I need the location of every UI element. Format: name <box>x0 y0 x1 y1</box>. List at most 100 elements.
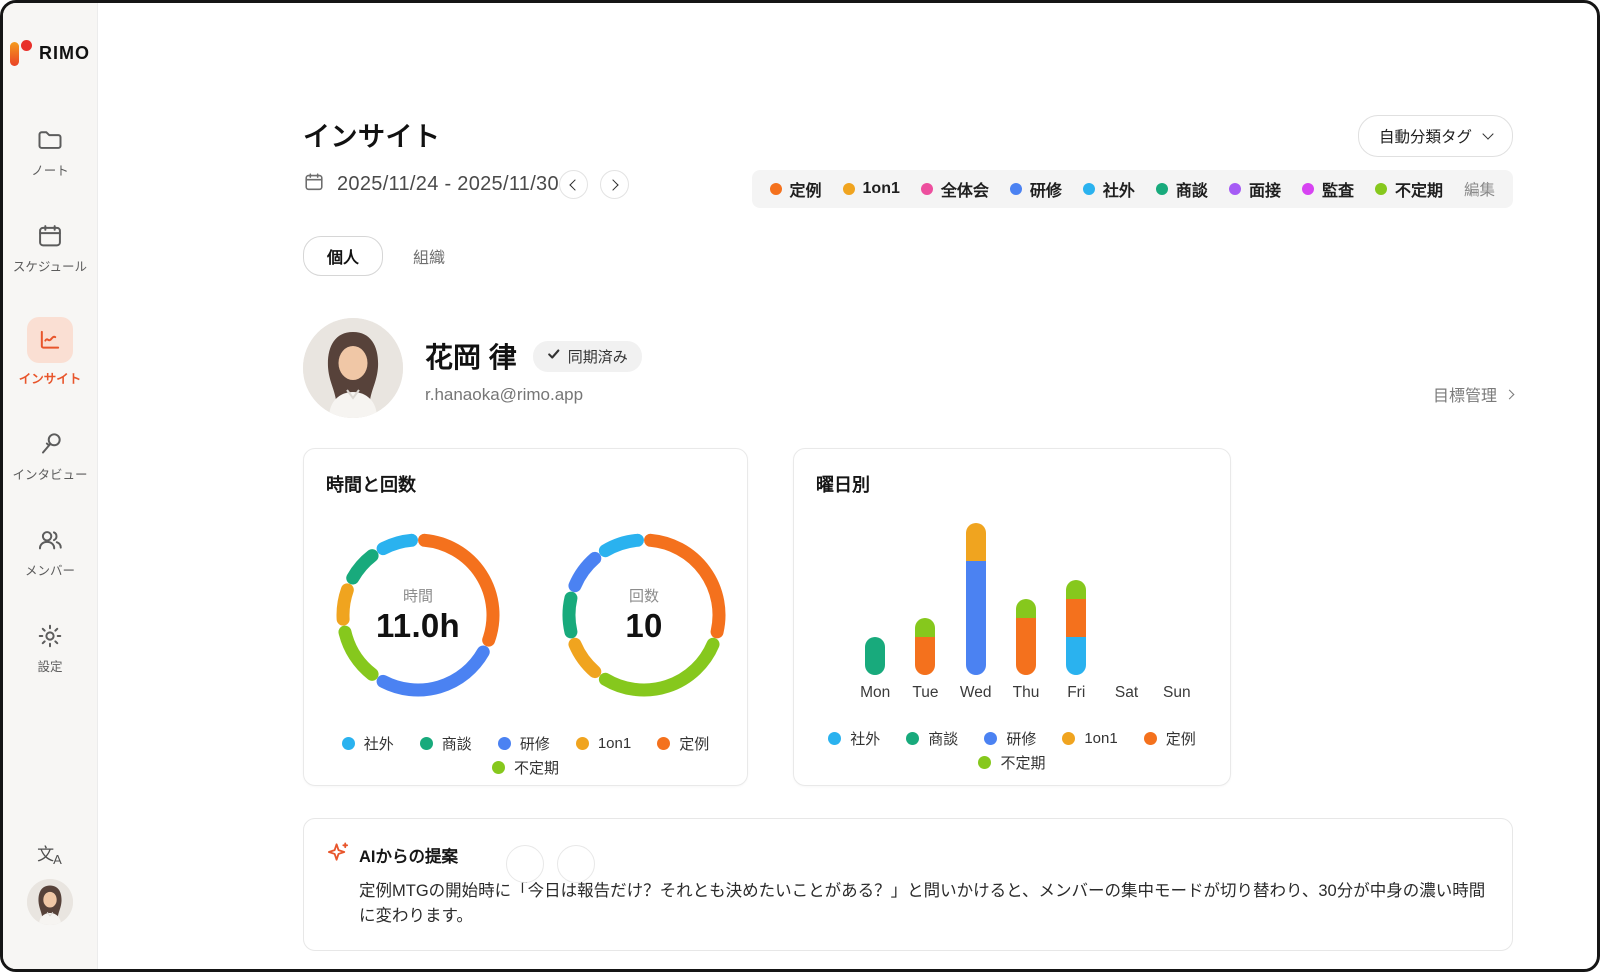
legend-color-dot <box>1062 732 1075 745</box>
weekday-legend: 社外商談研修1on1定例不定期 <box>816 728 1208 773</box>
header-left: インサイト 2025/11/24 - 2025/11/30 <box>303 115 629 199</box>
translate-icon[interactable]: 文A <box>37 846 63 863</box>
stacked-bar-Fri[interactable] <box>1066 580 1086 675</box>
pager-next-button[interactable] <box>557 845 595 883</box>
bar-segment-研修 <box>966 561 986 675</box>
bar-segment-定例 <box>1066 599 1086 637</box>
ai-suggestion-title: AIからの提案 <box>359 843 458 867</box>
sidebar-item-notes[interactable]: ノート <box>31 125 69 179</box>
rimo-logo-icon <box>10 39 32 67</box>
tag-color-dot <box>1375 183 1387 195</box>
profile-name: 花岡 律 <box>425 336 517 376</box>
legend-color-dot <box>906 732 919 745</box>
bar-segment-定例 <box>1016 618 1036 675</box>
bar-segment-不定期 <box>1016 599 1036 618</box>
pager-prev-button[interactable] <box>506 845 544 883</box>
sidebar-item-insight[interactable]: インサイト <box>19 317 82 387</box>
profile-section: 花岡 律 同期済み r.hanaoka@rimo.app 目標管理 <box>303 318 1513 418</box>
day-label-Wed: Wed <box>951 684 1001 702</box>
tag-chip-商談[interactable]: 商談 <box>1156 177 1208 201</box>
count-donut-chart: 回数 10 <box>562 533 726 697</box>
date-range-row: 2025/11/24 - 2025/11/30 <box>303 170 629 199</box>
legend-color-dot <box>657 737 670 750</box>
tag-label: 監査 <box>1322 177 1354 201</box>
legend-item-不定期: 不定期 <box>492 757 559 778</box>
legend-item-定例: 定例 <box>1144 728 1196 749</box>
tag-label: 研修 <box>1030 177 1062 201</box>
tag-legend-row: 定例 1on1 全体会 研修 社外商談 面接 監査 不定期編集 <box>752 170 1513 208</box>
sidebar-item-settings[interactable]: 設定 <box>35 621 65 675</box>
bar-segment-不定期 <box>915 618 935 637</box>
bar-segment-1on1 <box>966 523 986 561</box>
sidebar-item-label: インタビュー <box>12 464 87 483</box>
date-range-text[interactable]: 2025/11/24 - 2025/11/30 <box>337 173 559 196</box>
tag-label: 面接 <box>1249 177 1281 201</box>
legend-item-1on1: 1on1 <box>576 733 631 754</box>
tab-organization[interactable]: 組織 <box>413 244 445 268</box>
legend-item-1on1: 1on1 <box>1062 728 1117 749</box>
tag-chip-定例[interactable]: 定例 <box>770 177 822 201</box>
next-week-button[interactable] <box>600 170 629 199</box>
tag-label: 不定期 <box>1395 177 1443 201</box>
sidebar-item-label: スケジュール <box>13 256 87 275</box>
goal-management-link[interactable]: 目標管理 <box>1433 382 1513 406</box>
tag-chip-1on1[interactable]: 1on1 <box>843 180 900 198</box>
edit-tags-link[interactable]: 編集 <box>1464 178 1495 200</box>
tag-label: 1on1 <box>863 180 900 198</box>
tag-chip-面接[interactable]: 面接 <box>1229 177 1281 201</box>
tab-personal[interactable]: 個人 <box>303 236 383 276</box>
stacked-bar-Thu[interactable] <box>1016 599 1036 675</box>
sidebar-item-schedule[interactable]: スケジュール <box>13 221 87 275</box>
count-donut-label: 回数 <box>629 585 659 606</box>
legend-label: 1on1 <box>1084 730 1117 747</box>
legend-item-商談: 商談 <box>906 728 958 749</box>
calendar-icon <box>35 221 65 251</box>
legend-color-dot <box>576 737 589 750</box>
sidebar-item-interview[interactable]: インタビュー <box>12 429 87 483</box>
bar-column-Wed <box>951 515 1001 675</box>
sidebar: RIMO ノートスケジュールインサイトインタビューメンバー設定 文A <box>3 3 98 969</box>
tag-chip-社外[interactable]: 社外 <box>1083 177 1135 201</box>
stacked-bar-Mon[interactable] <box>865 637 885 675</box>
legend-label: 不定期 <box>1000 752 1045 773</box>
tag-color-dot <box>1083 183 1095 195</box>
time-count-card-title: 時間と回数 <box>326 471 725 497</box>
profile-email: r.hanaoka@rimo.app <box>425 385 642 405</box>
legend-color-dot <box>498 737 511 750</box>
tag-color-dot <box>843 183 855 195</box>
legend-label: 社外 <box>364 733 394 754</box>
tag-chip-全体会[interactable]: 全体会 <box>921 177 989 201</box>
sidebar-nav: ノートスケジュールインサイトインタビューメンバー設定 <box>12 125 87 675</box>
tag-chip-監査[interactable]: 監査 <box>1302 177 1354 201</box>
day-label-Sat: Sat <box>1101 684 1151 702</box>
legend-color-dot <box>1144 732 1157 745</box>
day-label-Fri: Fri <box>1051 684 1101 702</box>
tag-chip-不定期[interactable]: 不定期 <box>1375 177 1443 201</box>
legend-label: 定例 <box>679 733 709 754</box>
auto-tag-dropdown[interactable]: 自動分類タグ <box>1358 115 1513 157</box>
rimo-logo[interactable]: RIMO <box>10 39 90 67</box>
legend-label: 1on1 <box>598 735 631 752</box>
day-label-Thu: Thu <box>1001 684 1051 702</box>
hours-donut-chart: 時間 11.0h <box>336 533 500 697</box>
legend-color-dot <box>342 737 355 750</box>
legend-label: 商談 <box>928 728 958 749</box>
sidebar-item-members[interactable]: メンバー <box>25 525 75 579</box>
count-donut-value: 10 <box>625 607 662 645</box>
line-chart-icon <box>27 317 73 363</box>
tag-color-dot <box>921 183 933 195</box>
bar-column-Sat <box>1101 515 1151 675</box>
prev-week-button[interactable] <box>559 170 588 199</box>
scope-tabs: 個人 組織 <box>303 236 1513 276</box>
tag-label: 定例 <box>790 177 822 201</box>
tag-color-dot <box>1229 183 1241 195</box>
sidebar-user-avatar[interactable] <box>27 879 73 925</box>
stacked-bar-Tue[interactable] <box>915 618 935 675</box>
stacked-bar-Wed[interactable] <box>966 523 986 675</box>
legend-label: 不定期 <box>514 757 559 778</box>
day-label-Mon: Mon <box>850 684 900 702</box>
tag-label: 社外 <box>1103 177 1135 201</box>
people-icon <box>35 525 65 555</box>
profile-avatar <box>303 318 403 418</box>
tag-chip-研修[interactable]: 研修 <box>1010 177 1062 201</box>
